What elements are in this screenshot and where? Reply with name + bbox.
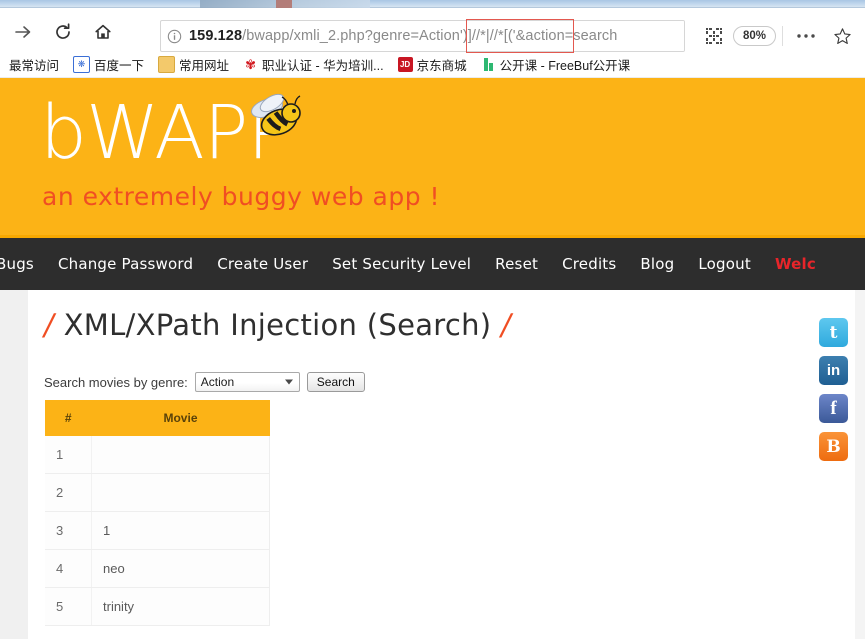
star-icon[interactable]: [825, 21, 859, 51]
title-slash-left: /: [44, 308, 55, 342]
site-navbar: Bugs Change Password Create User Set Sec…: [0, 235, 865, 290]
home-button[interactable]: [88, 19, 118, 45]
nav-item-bugs[interactable]: Bugs: [0, 255, 46, 273]
column-header-index: #: [45, 400, 92, 436]
genre-select[interactable]: Action: [194, 372, 300, 392]
search-label: Search movies by genre:: [44, 374, 188, 390]
site-tagline: an extremely buggy web app !: [42, 182, 441, 211]
bookmark-common-sites[interactable]: 常用网址: [151, 55, 236, 74]
page-viewport: bWAPP an extremely buggy web app ! Bugs …: [0, 78, 865, 639]
bookmark-label: 公开课 - FreeBuf公开课: [499, 59, 631, 73]
address-bar[interactable]: 159.128/bwapp/xmli_2.php?genre=Action')]…: [160, 20, 685, 52]
table-row: 5 trinity: [45, 587, 270, 626]
baidu-icon: ❋: [73, 56, 91, 73]
nav-item-logout[interactable]: Logout: [686, 255, 763, 273]
table-row: 4 neo: [45, 549, 270, 588]
url-fade-overlay: [638, 21, 684, 51]
row-index: 5: [45, 587, 92, 626]
bookmark-baidu[interactable]: ❋ 百度一下: [66, 55, 151, 74]
bookmark-label: 百度一下: [94, 59, 145, 73]
info-circle-icon[interactable]: [161, 29, 187, 44]
left-margin-rail: [0, 290, 28, 639]
bookmark-freebuf[interactable]: 公开课 - FreeBuf公开课: [474, 55, 638, 74]
site-banner: bWAPP an extremely buggy web app !: [0, 78, 865, 235]
page-title-text: XML/XPath Injection (Search): [63, 308, 492, 342]
bookmark-huawei[interactable]: ✾ 职业认证 - 华为培训...: [236, 55, 391, 74]
bookmark-most-visited[interactable]: 最常访问: [2, 55, 66, 74]
url-text[interactable]: 159.128/bwapp/xmli_2.php?genre=Action')]…: [187, 28, 617, 44]
twitter-icon[interactable]: t: [819, 318, 848, 347]
navigation-buttons: [8, 19, 118, 45]
forward-button[interactable]: [8, 19, 38, 45]
bookmark-label: 职业认证 - 华为培训...: [262, 59, 384, 73]
title-slash-right: /: [500, 308, 512, 342]
reload-icon: [56, 23, 70, 39]
browser-window: 159.128/bwapp/xmli_2.php?genre=Action')]…: [0, 0, 865, 639]
row-index: 3: [45, 511, 92, 550]
nav-item-set-security-level[interactable]: Set Security Level: [320, 255, 483, 273]
freebuf-icon: [480, 57, 496, 72]
nav-item-blog[interactable]: Blog: [628, 255, 686, 273]
nav-item-welcome: Welc: [774, 255, 816, 273]
bee-icon: [251, 93, 301, 136]
row-movie: [91, 436, 270, 474]
jd-icon: JD: [397, 57, 413, 72]
bookmark-label: 常用网址: [179, 59, 230, 73]
table-header-row: # Movie: [45, 400, 270, 436]
row-movie: trinity: [91, 587, 270, 626]
tab-favicon: [276, 0, 292, 8]
folder-icon: [158, 56, 176, 73]
nav-item-change-password[interactable]: Change Password: [46, 255, 205, 273]
row-index: 4: [45, 549, 92, 588]
table-body: 1 2 3 1 4 neo 5 trinity: [45, 436, 270, 626]
qr-code-icon[interactable]: [697, 21, 731, 51]
results-table: # Movie 1 2 3 1 4 neo 5 trinity: [45, 400, 270, 626]
right-margin-rail: [855, 290, 865, 639]
nav-item-credits[interactable]: Credits: [550, 255, 628, 273]
chevron-down-icon: [284, 379, 293, 385]
search-form: Search movies by genre: Action Search: [44, 372, 365, 392]
bookmark-label: 最常访问: [9, 59, 60, 73]
row-movie: [91, 473, 270, 512]
row-index: 1: [45, 436, 92, 474]
page-content: / XML/XPath Injection (Search) / Search …: [0, 290, 865, 639]
home-icon: [95, 24, 111, 39]
bookmark-label: 京东商城: [416, 59, 467, 73]
blogger-icon[interactable]: B: [819, 432, 848, 461]
table-row: 2: [45, 473, 270, 512]
nav-item-reset[interactable]: Reset: [483, 255, 550, 273]
arrow-right-icon: [15, 26, 31, 38]
toolbar-divider: [782, 26, 783, 46]
table-row: 3 1: [45, 511, 270, 550]
bookmark-jd[interactable]: JD 京东商城: [391, 55, 474, 74]
bookmarks-bar: 最常访问 ❋ 百度一下 常用网址 ✾ 职业认证 - 华为培训... JD 京东商…: [0, 52, 865, 78]
row-movie: neo: [91, 549, 270, 588]
table-row: 1: [45, 436, 270, 474]
zoom-level-badge[interactable]: 80%: [732, 25, 776, 47]
row-movie: 1: [91, 511, 270, 550]
browser-toolbar: 159.128/bwapp/xmli_2.php?genre=Action')]…: [0, 8, 865, 53]
page-title: / XML/XPath Injection (Search) /: [44, 308, 511, 342]
search-button[interactable]: Search: [306, 372, 365, 392]
facebook-icon[interactable]: f: [819, 394, 848, 423]
social-links: t in f B: [819, 318, 848, 461]
tab-strip[interactable]: [0, 0, 865, 8]
url-path: /bwapp/xmli_2.php?genre=Action')]//*|//*…: [242, 28, 618, 44]
genre-selected-value: Action: [200, 375, 235, 389]
huawei-icon: ✾: [243, 57, 259, 72]
url-host: 159.128: [189, 28, 243, 44]
ellipsis-icon[interactable]: [789, 21, 823, 51]
toolbar-right-group: 80%: [697, 20, 859, 52]
row-index: 2: [45, 473, 92, 512]
column-header-movie: Movie: [91, 400, 270, 436]
nav-item-create-user[interactable]: Create User: [205, 255, 320, 273]
table-header: # Movie: [45, 400, 270, 436]
linkedin-icon[interactable]: in: [819, 356, 848, 385]
reload-button[interactable]: [48, 19, 78, 45]
